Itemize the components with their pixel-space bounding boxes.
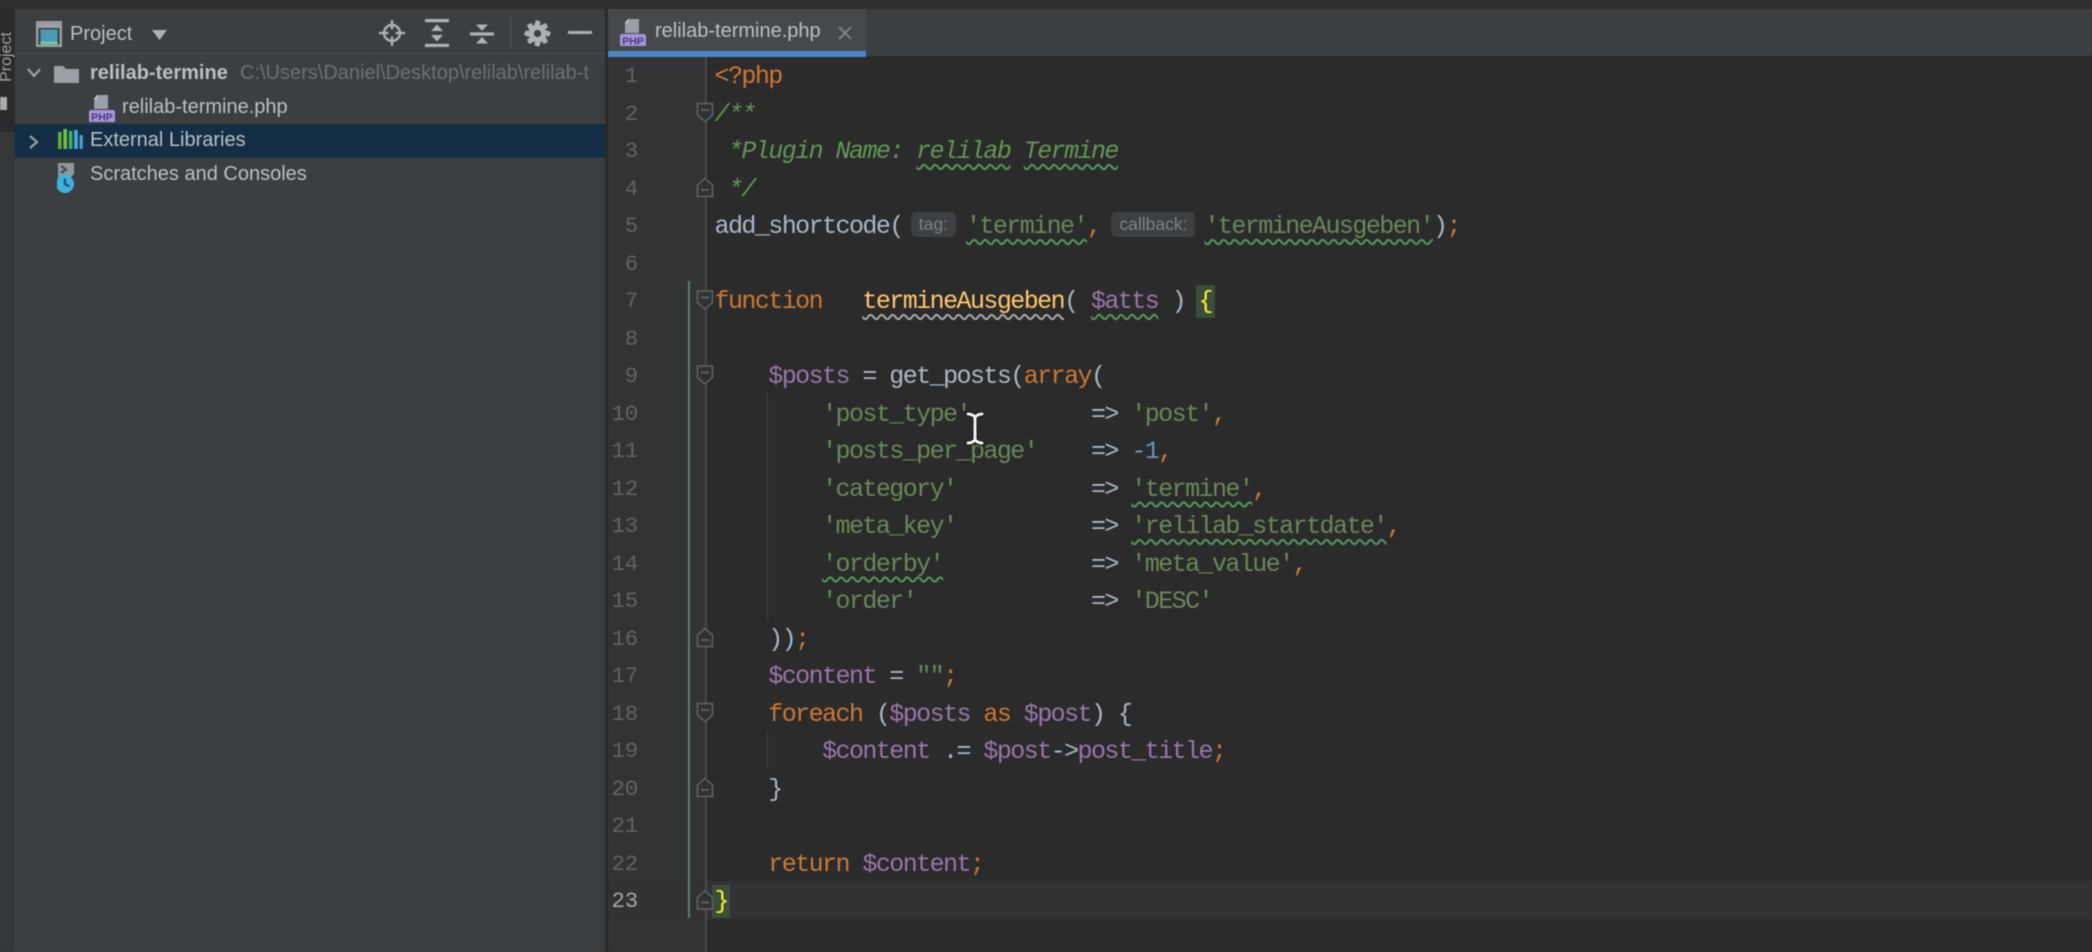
svg-text:PHP: PHP: [622, 36, 644, 47]
svg-text:PHP: PHP: [91, 112, 113, 123]
